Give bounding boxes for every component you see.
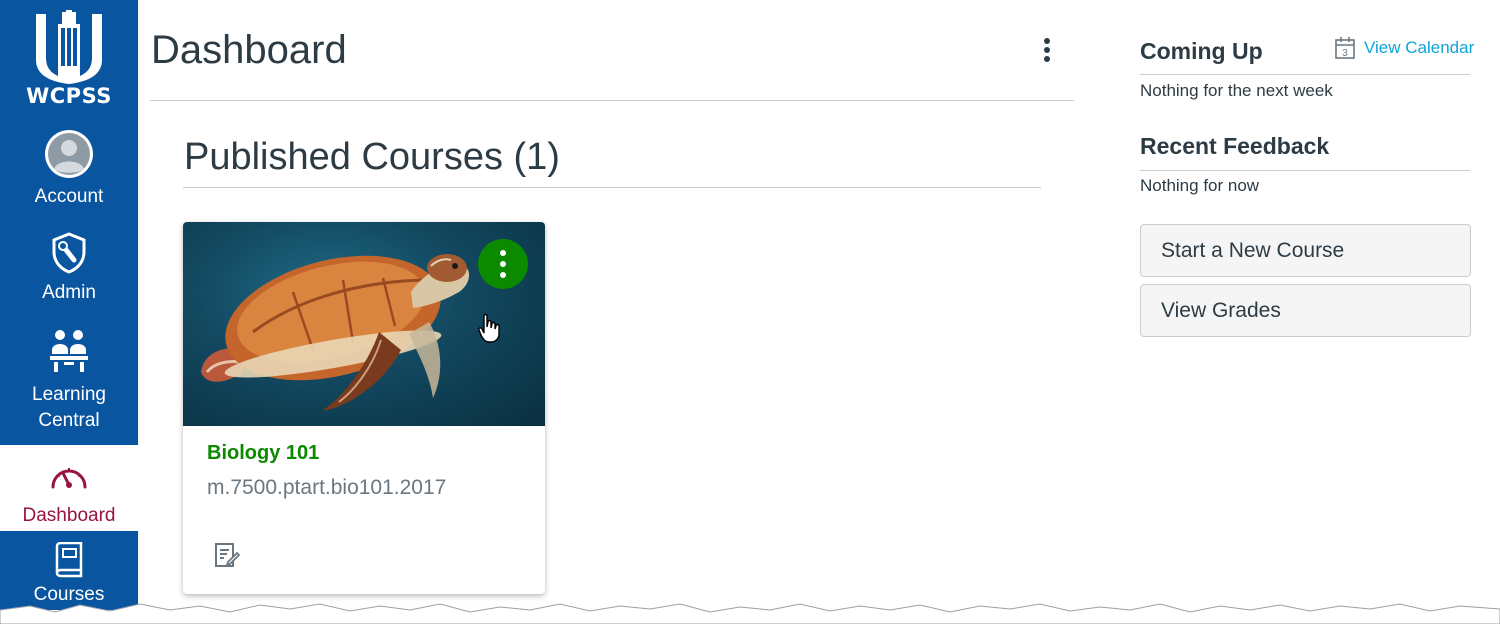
header-divider <box>150 100 1074 101</box>
nav-item-dashboard[interactable]: Dashboard <box>0 445 138 531</box>
nav-item-account[interactable]: Account <box>0 126 138 214</box>
classroom-icon <box>50 330 88 372</box>
section-divider <box>183 187 1041 188</box>
calendar-icon: 3 <box>1335 37 1355 59</box>
start-new-course-button[interactable]: Start a New Course <box>1140 224 1471 277</box>
nav-item-admin[interactable]: Admin <box>0 226 138 306</box>
coming-up-divider <box>1140 74 1470 75</box>
shield-wrench-icon <box>52 232 86 274</box>
nav-label-dashboard: Dashboard <box>22 505 116 526</box>
course-card-code: m.7500.ptart.bio101.2017 <box>207 476 447 499</box>
avatar-icon <box>45 130 93 178</box>
view-grades-button[interactable]: View Grades <box>1140 284 1471 337</box>
coming-up-heading: Coming Up <box>1140 38 1263 64</box>
global-navigation: WCPSS Account Admin Learning Central Das… <box>0 0 138 610</box>
recent-feedback-divider <box>1140 170 1470 171</box>
coming-up-empty-text: Nothing for the next week <box>1140 81 1333 100</box>
nav-label-account: Account <box>34 186 104 207</box>
view-calendar-link[interactable]: 3 View Calendar <box>1334 36 1474 60</box>
page-title: Dashboard <box>151 28 347 72</box>
view-calendar-label[interactable]: View Calendar <box>1364 38 1474 58</box>
dashboard-options-icon[interactable] <box>1036 36 1058 66</box>
calendar-day: 3 <box>1342 48 1348 59</box>
wcpss-logo[interactable]: WCPSS <box>0 0 138 112</box>
course-card[interactable]: Biology 101 m.7500.ptart.bio101.2017 <box>183 222 545 594</box>
logo-text: WCPSS <box>26 84 112 108</box>
wcpss-tower-icon <box>36 10 102 84</box>
hand-cursor-icon <box>478 314 500 343</box>
assignments-icon[interactable] <box>214 542 240 568</box>
course-card-menu-button[interactable] <box>478 239 528 289</box>
published-courses-heading: Published Courses (1) <box>184 136 560 178</box>
book-icon <box>55 542 83 578</box>
nav-item-learning-central[interactable]: Learning Central <box>0 322 138 440</box>
course-card-title[interactable]: Biology 101 <box>207 442 319 465</box>
torn-edge-decoration <box>0 603 1500 624</box>
nav-label-admin: Admin <box>42 282 96 303</box>
recent-feedback-heading: Recent Feedback <box>1140 133 1330 159</box>
speedometer-icon <box>51 468 87 489</box>
nav-label-learning-central: Learning Central <box>32 384 106 431</box>
recent-feedback-empty-text: Nothing for now <box>1140 176 1260 195</box>
